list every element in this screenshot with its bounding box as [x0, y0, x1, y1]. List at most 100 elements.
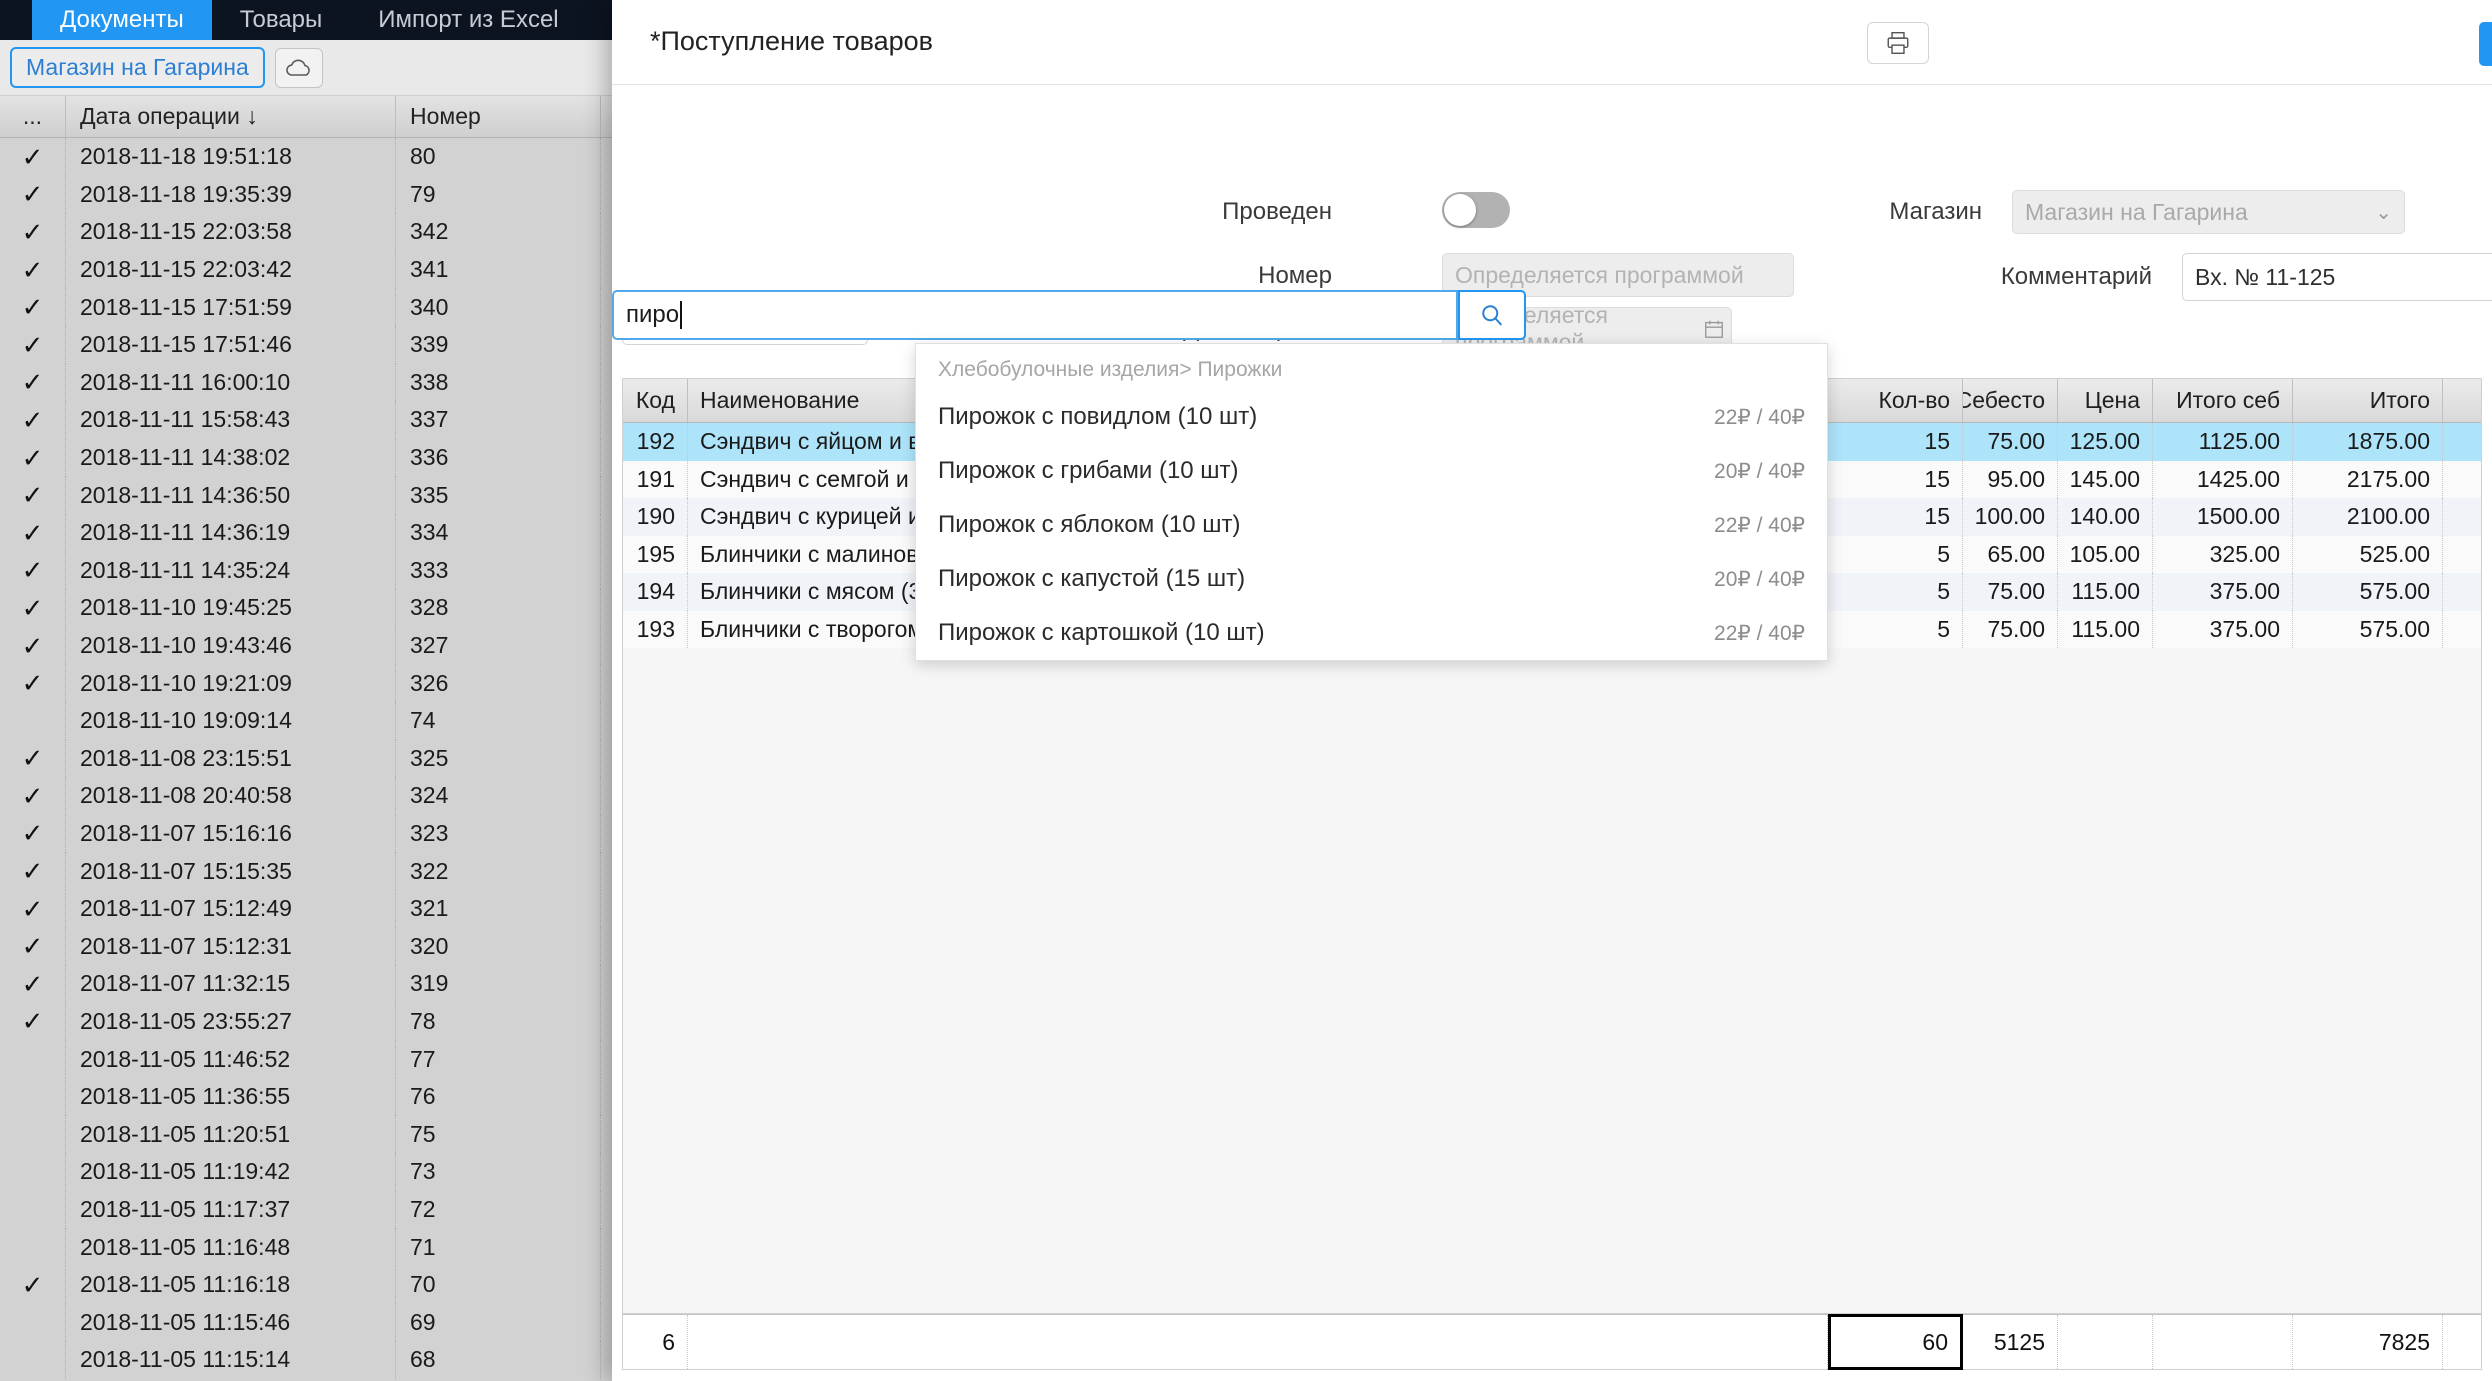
cell-cost[interactable]: 75.00: [1963, 573, 2058, 611]
row-check[interactable]: [0, 1153, 66, 1191]
autocomplete-item[interactable]: Пирожок с повидлом (10 шт) 22₽ / 40₽: [916, 390, 1827, 444]
cell-cost[interactable]: 75.00: [1963, 610, 2058, 648]
autocomplete-item[interactable]: Пирожок с картошкой (10 шт) 22₽ / 40₽: [916, 606, 1827, 660]
cell-cost[interactable]: 95.00: [1963, 460, 2058, 498]
row-check[interactable]: [0, 1341, 66, 1379]
cell-qty[interactable]: 5: [1828, 535, 1963, 573]
tab-import-excel[interactable]: Импорт из Excel: [350, 0, 586, 40]
row-check[interactable]: ✓: [0, 589, 66, 627]
cell-qty[interactable]: 15: [1828, 498, 1963, 536]
items-column-qty[interactable]: Кол-во: [1828, 379, 1963, 422]
cell-code[interactable]: 194: [623, 573, 688, 611]
row-check[interactable]: [0, 1040, 66, 1078]
items-column-cost[interactable]: Себесто: [1963, 379, 2058, 422]
cell-qty[interactable]: 5: [1828, 610, 1963, 648]
row-check[interactable]: ✓: [0, 438, 66, 477]
cell-cost[interactable]: 100.00: [1963, 498, 2058, 536]
row-check[interactable]: ✓: [0, 513, 66, 552]
product-search-input[interactable]: пиро: [612, 290, 1458, 340]
row-check[interactable]: ✓: [0, 213, 66, 251]
row-check[interactable]: ✓: [0, 814, 66, 853]
row-check[interactable]: ✓: [0, 476, 66, 514]
items-column-total[interactable]: Итого: [2293, 379, 2443, 422]
shop-select[interactable]: Магазин на Гагарина ⌄: [2012, 190, 2405, 234]
cell-total[interactable]: 2100.00: [2293, 498, 2443, 536]
cell-total-cost[interactable]: 1425.00: [2153, 460, 2293, 498]
row-check[interactable]: ✓: [0, 325, 66, 364]
row-check[interactable]: ✓: [0, 175, 66, 214]
cell-code[interactable]: 195: [623, 535, 688, 573]
cell-total[interactable]: 525.00: [2293, 535, 2443, 573]
cell-total[interactable]: 575.00: [2293, 573, 2443, 611]
row-check[interactable]: [0, 1077, 66, 1116]
cell-code[interactable]: 191: [623, 460, 688, 498]
check-icon: ✓: [21, 404, 44, 435]
row-check[interactable]: ✓: [0, 965, 66, 1003]
row-check[interactable]: ✓: [0, 363, 66, 402]
search-submit-button[interactable]: [1458, 290, 1526, 340]
posted-toggle[interactable]: [1442, 192, 1510, 228]
row-check[interactable]: [0, 1228, 66, 1266]
cloud-sync-button[interactable]: [274, 47, 323, 88]
row-check[interactable]: ✓: [0, 138, 66, 176]
row-check[interactable]: ✓: [0, 250, 66, 289]
column-header-select[interactable]: ...: [0, 96, 66, 137]
cell-price[interactable]: 105.00: [2058, 535, 2153, 573]
cell-price[interactable]: 115.00: [2058, 610, 2153, 648]
cell-code[interactable]: 193: [623, 610, 688, 648]
cell-price[interactable]: 115.00: [2058, 573, 2153, 611]
cell-total[interactable]: 2175.00: [2293, 460, 2443, 498]
row-check[interactable]: ✓: [0, 401, 66, 439]
cell-total[interactable]: 1875.00: [2293, 423, 2443, 461]
footer-qty-total[interactable]: 60: [1828, 1314, 1963, 1370]
row-check[interactable]: ✓: [0, 927, 66, 966]
tab-products[interactable]: Товары: [212, 0, 351, 40]
cell-qty[interactable]: 5: [1828, 573, 1963, 611]
row-check[interactable]: ✓: [0, 626, 66, 665]
cell-cost[interactable]: 75.00: [1963, 423, 2058, 461]
cell-total-cost[interactable]: 375.00: [2153, 573, 2293, 611]
row-check[interactable]: [0, 1190, 66, 1229]
save-button[interactable]: Сохранить: [2479, 22, 2492, 66]
cell-qty[interactable]: 15: [1828, 423, 1963, 461]
row-check[interactable]: ✓: [0, 1265, 66, 1304]
check-icon: ✓: [21, 555, 44, 586]
cell-total-cost[interactable]: 375.00: [2153, 610, 2293, 648]
cell-cost[interactable]: 65.00: [1963, 535, 2058, 573]
row-check[interactable]: ✓: [0, 777, 66, 815]
shop-filter-chip[interactable]: Магазин на Гагарина: [10, 47, 265, 88]
cell-code[interactable]: 192: [623, 423, 688, 461]
autocomplete-item-price: 20₽ / 40₽: [1714, 459, 1805, 483]
row-date: 2018-11-05 11:15:46: [66, 1303, 396, 1341]
items-column-price[interactable]: Цена: [2058, 379, 2153, 422]
tab-documents[interactable]: Документы: [32, 0, 212, 40]
row-number: 326: [396, 664, 601, 702]
cell-code[interactable]: 190: [623, 498, 688, 536]
autocomplete-item[interactable]: Пирожок с яблоком (10 шт) 22₽ / 40₽: [916, 498, 1827, 552]
row-check[interactable]: ✓: [0, 852, 66, 890]
cell-total-cost[interactable]: 1125.00: [2153, 423, 2293, 461]
print-button[interactable]: [1867, 22, 1929, 64]
autocomplete-item[interactable]: Пирожок с капустой (15 шт) 20₽ / 40₽: [916, 552, 1827, 606]
column-header-date[interactable]: Дата операции ↓: [66, 96, 396, 137]
cell-total[interactable]: 575.00: [2293, 610, 2443, 648]
row-check[interactable]: [0, 1303, 66, 1341]
cell-total-cost[interactable]: 325.00: [2153, 535, 2293, 573]
cell-price[interactable]: 140.00: [2058, 498, 2153, 536]
autocomplete-item[interactable]: Пирожок с грибами (10 шт) 20₽ / 40₽: [916, 444, 1827, 498]
cell-price[interactable]: 125.00: [2058, 423, 2153, 461]
row-check[interactable]: ✓: [0, 288, 66, 326]
cell-qty[interactable]: 15: [1828, 460, 1963, 498]
row-check[interactable]: ✓: [0, 889, 66, 928]
row-check[interactable]: ✓: [0, 739, 66, 778]
row-check[interactable]: ✓: [0, 551, 66, 590]
column-header-number[interactable]: Номер: [396, 96, 601, 137]
row-check[interactable]: [0, 1115, 66, 1154]
cell-total-cost[interactable]: 1500.00: [2153, 498, 2293, 536]
items-column-code[interactable]: Код: [623, 379, 688, 422]
items-column-total-cost[interactable]: Итого себ: [2153, 379, 2293, 422]
row-check[interactable]: ✓: [0, 1002, 66, 1041]
cell-price[interactable]: 145.00: [2058, 460, 2153, 498]
row-check[interactable]: ✓: [0, 664, 66, 702]
row-check[interactable]: [0, 701, 66, 740]
